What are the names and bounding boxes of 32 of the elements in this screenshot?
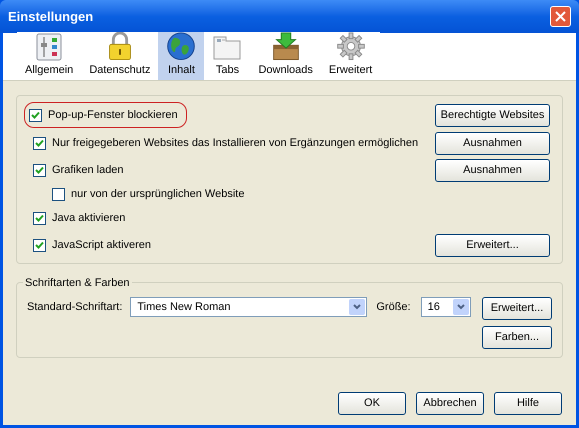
gear-icon — [336, 32, 366, 60]
sliders-icon — [35, 32, 64, 60]
option-label: Pop-up-Fenster blockieren — [48, 108, 178, 123]
option-button[interactable]: Erweitert... — [435, 234, 550, 257]
close-button[interactable] — [550, 6, 571, 27]
option-label: Java aktivieren — [52, 211, 126, 226]
checkbox[interactable] — [33, 239, 46, 252]
font-dropdown[interactable]: Times New Roman — [130, 297, 368, 318]
globe-icon — [166, 32, 196, 60]
option-label: JavaScript aktiveren — [52, 238, 152, 254]
option-label: Nur freigegeberen Websites das Installieren von Ergänzungen ermöglichen — [52, 136, 418, 152]
dialog-button[interactable]: OK — [338, 392, 406, 415]
option-button[interactable]: Ausnahmen — [435, 132, 550, 155]
checkbox[interactable] — [29, 108, 42, 122]
checkbox[interactable] — [33, 212, 46, 225]
advanced-button[interactable]: Erweitert... — [482, 296, 552, 320]
option-label: Grafiken laden — [52, 163, 124, 178]
tab[interactable]: Inhalt — [158, 32, 204, 80]
size-label: Größe: — [376, 300, 411, 316]
dialog-button[interactable]: Hilfe — [494, 392, 562, 415]
option-label: nur von der ursprünglichen Website — [71, 187, 244, 202]
colors-button[interactable]: Farben... — [482, 326, 552, 349]
close-icon — [555, 11, 566, 22]
size-dropdown[interactable]: 16 — [420, 297, 471, 318]
checkbox[interactable] — [33, 164, 46, 177]
checkbox[interactable] — [33, 137, 46, 150]
font-label: Standard-Schriftart: — [27, 300, 122, 316]
option-button[interactable]: Berechtigte Websites — [435, 104, 550, 126]
window-title: Einstellungen — [8, 8, 94, 26]
checkbox[interactable] — [52, 188, 65, 201]
dialog-button[interactable]: Abbrechen — [416, 392, 484, 415]
option-button[interactable]: Ausnahmen — [435, 159, 550, 182]
